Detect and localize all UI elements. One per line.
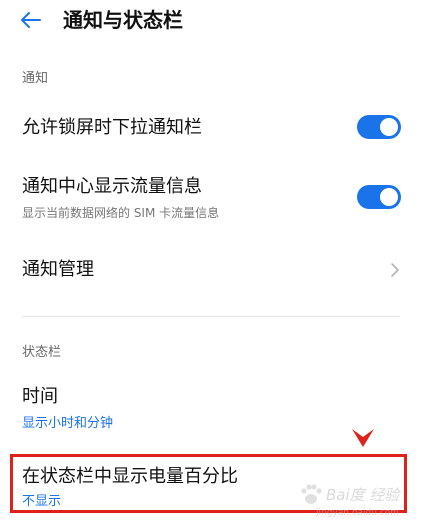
chevron-right-icon [391, 263, 399, 277]
page-title: 通知与状态栏 [63, 8, 183, 32]
section-title-notifications: 通知 [22, 71, 49, 86]
setting-subtitle: 显示当前数据网络的 SIM 卡流量信息 [22, 206, 220, 220]
setting-value: 显示小时和分钟 [22, 416, 114, 431]
setting-value: 不显示 [22, 494, 62, 509]
setting-title: 时间 [22, 386, 58, 407]
divider [22, 316, 400, 317]
lockscreen-pull-toggle[interactable] [357, 115, 401, 139]
traffic-info-toggle[interactable] [357, 185, 401, 209]
toggle-knob [380, 118, 398, 136]
header-bar: 通知与状态栏 [0, 0, 422, 44]
setting-title: 在状态栏中显示电量百分比 [22, 466, 238, 487]
settings-screen: 通知与状态栏 通知 允许锁屏时下拉通知栏 通知中心显示流量信息 显示当前数据网络… [0, 0, 422, 529]
setting-title: 通知管理 [22, 259, 94, 280]
watermark-text: Bai度 经验 [326, 486, 400, 504]
toggle-knob [380, 188, 398, 206]
setting-row-lockscreen-pull[interactable]: 允许锁屏时下拉通知栏 [0, 106, 422, 150]
setting-row-traffic-info[interactable]: 通知中心显示流量信息 显示当前数据网络的 SIM 卡流量信息 [0, 170, 422, 230]
watermark: Bai度 经验 jingyan.baidu.com [296, 476, 416, 526]
watermark-url: jingyan.baidu.com [316, 508, 400, 518]
down-arrow-marker-icon [352, 429, 374, 447]
setting-row-notification-management[interactable]: 通知管理 [0, 248, 422, 292]
paw-logo-icon [301, 484, 322, 504]
arrow-left-icon [21, 12, 41, 28]
back-button[interactable] [14, 6, 46, 34]
setting-title: 通知中心显示流量信息 [22, 176, 202, 197]
section-title-status-bar: 状态栏 [22, 345, 62, 360]
setting-title: 允许锁屏时下拉通知栏 [22, 117, 202, 138]
